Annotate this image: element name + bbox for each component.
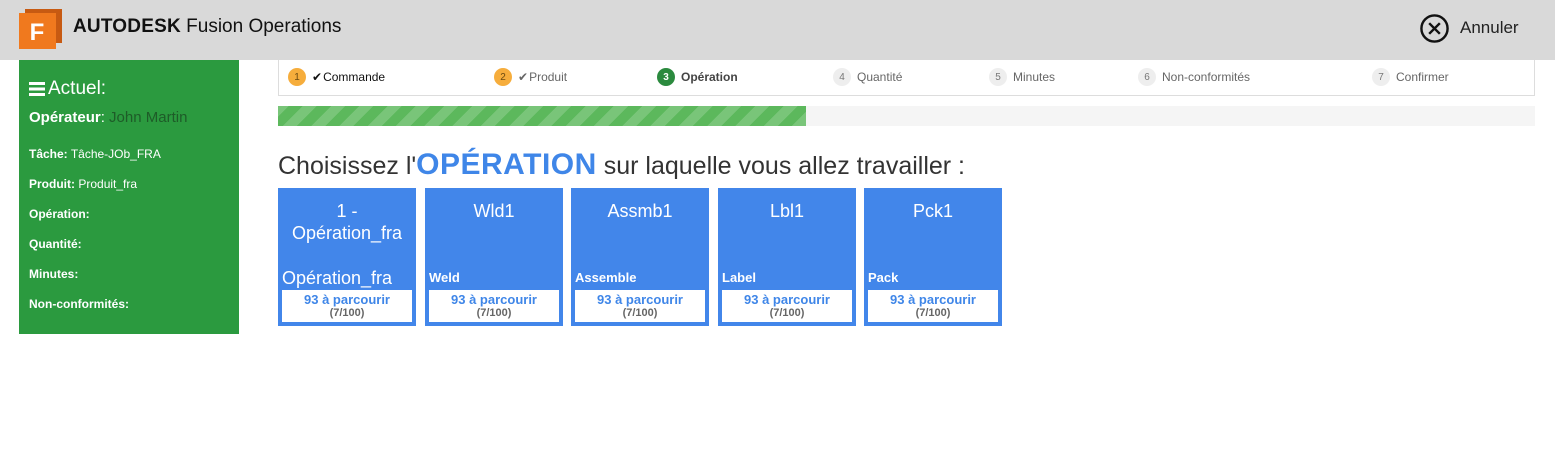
operation-count: (7/100) bbox=[329, 307, 365, 319]
step-label: Quantité bbox=[857, 70, 903, 84]
product-label: Produit: bbox=[29, 177, 75, 191]
operation-line: Opération: bbox=[29, 207, 90, 221]
cancel-label: Annuler bbox=[1460, 18, 1519, 37]
operation-name: Pck1 bbox=[912, 201, 954, 221]
fusion-logo-icon: F bbox=[19, 9, 62, 49]
operation-tile[interactable]: Wld1 Weld 93 à parcourir (7/100) bbox=[425, 188, 563, 326]
operation-remaining: 93 à parcourir bbox=[304, 292, 390, 307]
step-number: 6 bbox=[1138, 68, 1156, 86]
operation-name: Assmb1 bbox=[607, 201, 673, 221]
step-operation[interactable]: 3 Opération bbox=[657, 68, 738, 86]
check-icon: ✔ bbox=[312, 70, 323, 84]
operation-tile[interactable]: Lbl1 Label 93 à parcourir (7/100) bbox=[718, 188, 856, 326]
operation-remaining: 93 à parcourir bbox=[451, 292, 537, 307]
logo-letter: F bbox=[30, 19, 45, 46]
close-circle-icon bbox=[1420, 13, 1449, 43]
nonconformities-line: Non-conformités: bbox=[29, 297, 129, 311]
operator-label: Opérateur bbox=[29, 109, 101, 126]
step-number: 4 bbox=[833, 68, 851, 86]
step-wizard: 1 ✔ Commande 2 ✔ Produit 3 Opération 4 Q… bbox=[278, 60, 1535, 96]
page-heading: Choisissez l'OPÉRATION sur laquelle vous… bbox=[278, 148, 965, 182]
operation-tile[interactable]: 1 - Opération_fra Opération_fra 93 à par… bbox=[278, 188, 416, 326]
brand-bold: AUTODESK bbox=[73, 16, 181, 37]
step-number: 3 bbox=[657, 68, 675, 86]
progress-fill bbox=[278, 106, 806, 126]
step-nonconformities[interactable]: 6 Non-conformités bbox=[1138, 68, 1250, 86]
product-value: Produit_fra bbox=[78, 177, 138, 191]
menu-icon bbox=[29, 82, 45, 96]
step-number: 7 bbox=[1372, 68, 1390, 86]
step-number: 5 bbox=[989, 68, 1007, 86]
task-line: Tâche: Tâche-JOb_FRA bbox=[29, 147, 161, 161]
step-label: Opération bbox=[681, 70, 738, 84]
operation-description: Assemble bbox=[575, 270, 637, 285]
panel-title: Actuel: bbox=[29, 78, 106, 100]
quantity-label: Quantité: bbox=[29, 237, 82, 251]
product-line: Produit: Produit_fra bbox=[29, 177, 137, 191]
operation-description: Label bbox=[722, 270, 756, 285]
step-quantity[interactable]: 4 Quantité bbox=[833, 68, 902, 86]
brand-name: AUTODESK Fusion Operations bbox=[73, 16, 341, 38]
operation-tile[interactable]: Pck1 Pack 93 à parcourir (7/100) bbox=[864, 188, 1002, 326]
cancel-button[interactable]: Annuler bbox=[1419, 12, 1519, 44]
check-icon: ✔ bbox=[518, 70, 529, 84]
operation-description: Opération_fra bbox=[282, 268, 393, 288]
operation-remaining-box: 93 à parcourir (7/100) bbox=[575, 290, 705, 322]
operation-description: Pack bbox=[868, 270, 899, 285]
operator-value: John Martin bbox=[109, 109, 188, 126]
step-label: Minutes bbox=[1013, 70, 1056, 84]
operation-count: (7/100) bbox=[622, 307, 658, 319]
operation-tile[interactable]: Assmb1 Assemble 93 à parcourir (7/100) bbox=[571, 188, 709, 326]
operation-remaining-box: 93 à parcourir (7/100) bbox=[722, 290, 852, 322]
operation-name: 1 - Opération_fra bbox=[291, 201, 403, 243]
step-number: 2 bbox=[494, 68, 512, 86]
operator-line: Opérateur: John Martin bbox=[29, 109, 188, 126]
operation-name: Lbl1 bbox=[769, 201, 805, 221]
step-number: 1 bbox=[288, 68, 306, 86]
operation-count: (7/100) bbox=[769, 307, 805, 319]
brand-product: Fusion Operations bbox=[186, 16, 342, 37]
operation-name: Wld1 bbox=[473, 201, 515, 221]
operation-remaining: 93 à parcourir bbox=[890, 292, 976, 307]
step-product[interactable]: 2 ✔ Produit bbox=[494, 68, 567, 86]
heading-prefix: Choisissez l' bbox=[278, 152, 417, 180]
operation-remaining-box: 93 à parcourir (7/100) bbox=[868, 290, 998, 322]
heading-suffix: sur laquelle vous allez travailler : bbox=[596, 152, 966, 180]
step-confirm[interactable]: 7 Confirmer bbox=[1372, 68, 1449, 86]
app-header: F AUTODESK Fusion Operations Annuler bbox=[0, 0, 1555, 60]
wizard-progress-bar bbox=[278, 106, 1535, 126]
step-label: Commande bbox=[323, 70, 386, 84]
step-label: Confirmer bbox=[1396, 70, 1449, 84]
step-minutes[interactable]: 5 Minutes bbox=[989, 68, 1055, 86]
panel-title-text: Actuel: bbox=[48, 78, 107, 99]
minutes-label: Minutes: bbox=[29, 267, 79, 281]
operation-remaining-box: 93 à parcourir (7/100) bbox=[282, 290, 412, 322]
current-info-panel: Actuel: Opérateur: John Martin Tâche: Tâ… bbox=[19, 60, 239, 334]
step-label: Produit bbox=[529, 70, 568, 84]
minutes-line: Minutes: bbox=[29, 267, 78, 281]
operation-description: Weld bbox=[429, 270, 460, 285]
operation-remaining-box: 93 à parcourir (7/100) bbox=[429, 290, 559, 322]
heading-emphasis: OPÉRATION bbox=[416, 148, 597, 181]
step-label: Non-conformités bbox=[1162, 70, 1251, 84]
operation-count: (7/100) bbox=[915, 307, 951, 319]
operation-remaining: 93 à parcourir bbox=[744, 292, 830, 307]
task-value: Tâche-JOb_FRA bbox=[70, 147, 161, 161]
nonconformities-label: Non-conformités: bbox=[29, 297, 129, 311]
task-label: Tâche: bbox=[29, 147, 68, 161]
operation-remaining: 93 à parcourir bbox=[597, 292, 683, 307]
quantity-line: Quantité: bbox=[29, 237, 82, 251]
step-order[interactable]: 1 ✔ Commande bbox=[288, 68, 385, 86]
operation-count: (7/100) bbox=[476, 307, 512, 319]
operation-label: Opération: bbox=[29, 207, 90, 221]
